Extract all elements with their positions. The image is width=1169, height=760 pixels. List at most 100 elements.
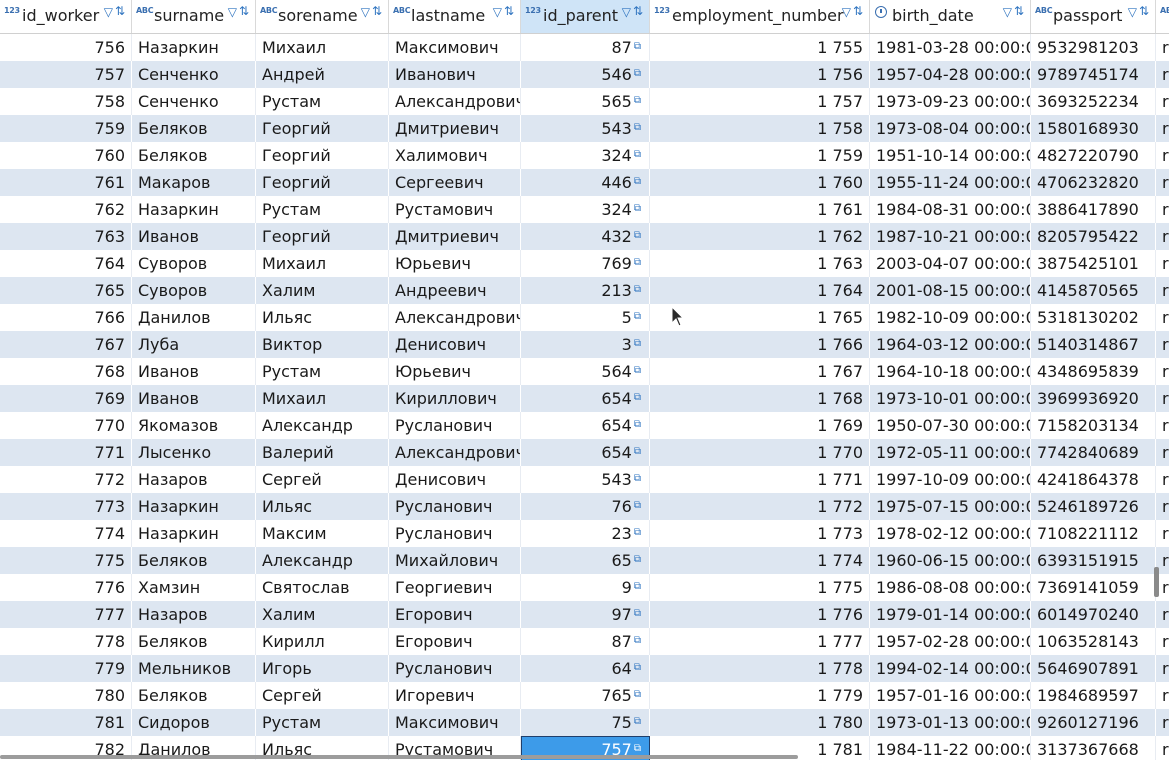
cell-id_worker[interactable]: 759 bbox=[0, 115, 132, 142]
cell-birth_date[interactable]: 1986-08-08 00:00:00 bbox=[870, 574, 1031, 601]
cell-id_parent[interactable]: 75 ⧉ bbox=[521, 709, 650, 736]
cell-id_parent[interactable]: 432 ⧉ bbox=[521, 223, 650, 250]
cell-employment_number[interactable]: 1 779 bbox=[650, 682, 870, 709]
cell-id_worker[interactable]: 781 bbox=[0, 709, 132, 736]
filter-icon[interactable]: ▽ bbox=[361, 5, 370, 19]
cell-lastname[interactable]: Халимович bbox=[389, 142, 521, 169]
cell-surname[interactable]: Назаркин bbox=[132, 196, 256, 223]
cell-id_worker[interactable]: 769 bbox=[0, 385, 132, 412]
cell-extra[interactable]: r bbox=[1156, 628, 1169, 655]
foreign-key-link-icon[interactable]: ⧉ bbox=[634, 493, 641, 519]
cell-extra[interactable]: r bbox=[1156, 682, 1169, 709]
column-header-extra[interactable]: ABC bbox=[1156, 0, 1169, 33]
foreign-key-link-icon[interactable]: ⧉ bbox=[634, 655, 641, 681]
cell-id_parent[interactable]: 546 ⧉ bbox=[521, 61, 650, 88]
cell-surname[interactable]: Назаркин bbox=[132, 34, 256, 61]
cell-extra[interactable]: r bbox=[1156, 304, 1169, 331]
cell-id_parent[interactable]: 564 ⧉ bbox=[521, 358, 650, 385]
cell-lastname[interactable]: Русланович bbox=[389, 520, 521, 547]
cell-surname[interactable]: Сидоров bbox=[132, 709, 256, 736]
foreign-key-link-icon[interactable]: ⧉ bbox=[634, 223, 641, 249]
filter-icon[interactable]: ▽ bbox=[1128, 5, 1137, 19]
foreign-key-link-icon[interactable]: ⧉ bbox=[634, 115, 641, 141]
cell-extra[interactable]: r bbox=[1156, 34, 1169, 61]
cell-employment_number[interactable]: 1 762 bbox=[650, 223, 870, 250]
cell-passport[interactable]: 9260127196 bbox=[1031, 709, 1156, 736]
cell-passport[interactable]: 8205795422 bbox=[1031, 223, 1156, 250]
cell-extra[interactable]: r bbox=[1156, 493, 1169, 520]
cell-sorename[interactable]: Валерий bbox=[256, 439, 389, 466]
cell-id_parent[interactable]: 97 ⧉ bbox=[521, 601, 650, 628]
foreign-key-link-icon[interactable]: ⧉ bbox=[634, 574, 641, 600]
cell-surname[interactable]: Сенченко bbox=[132, 61, 256, 88]
table-row[interactable]: 777 Назаров Халим Егорович 97 ⧉ 1 776 1979-01-1… bbox=[0, 601, 1169, 628]
foreign-key-link-icon[interactable]: ⧉ bbox=[634, 169, 641, 195]
cell-lastname[interactable]: Игоревич bbox=[389, 682, 521, 709]
cell-extra[interactable]: r bbox=[1156, 61, 1169, 88]
cell-employment_number[interactable]: 1 764 bbox=[650, 277, 870, 304]
cell-sorename[interactable]: Халим bbox=[256, 601, 389, 628]
cell-surname[interactable]: Луба bbox=[132, 331, 256, 358]
cell-employment_number[interactable]: 1 769 bbox=[650, 412, 870, 439]
table-row[interactable]: 772 Назаров Сергей Денисович 543 ⧉ 1 771 1997-1… bbox=[0, 466, 1169, 493]
cell-surname[interactable]: Назаров bbox=[132, 466, 256, 493]
cell-birth_date[interactable]: 1982-10-09 00:00:00 bbox=[870, 304, 1031, 331]
cell-employment_number[interactable]: 1 757 bbox=[650, 88, 870, 115]
filter-icon[interactable]: ▽ bbox=[1003, 5, 1012, 19]
foreign-key-link-icon[interactable]: ⧉ bbox=[634, 331, 641, 357]
cell-sorename[interactable]: Михаил bbox=[256, 385, 389, 412]
cell-employment_number[interactable]: 1 772 bbox=[650, 493, 870, 520]
cell-lastname[interactable]: Александрович bbox=[389, 88, 521, 115]
cell-sorename[interactable]: Михаил bbox=[256, 34, 389, 61]
foreign-key-link-icon[interactable]: ⧉ bbox=[634, 61, 641, 87]
cell-lastname[interactable]: Юрьевич bbox=[389, 250, 521, 277]
table-row[interactable]: 781 Сидоров Рустам Максимович 75 ⧉ 1 780 1973-0… bbox=[0, 709, 1169, 736]
cell-passport[interactable]: 4145870565 bbox=[1031, 277, 1156, 304]
cell-id_worker[interactable]: 776 bbox=[0, 574, 132, 601]
cell-surname[interactable]: Иванов bbox=[132, 223, 256, 250]
cell-surname[interactable]: Назаркин bbox=[132, 493, 256, 520]
cell-lastname[interactable]: Русланович bbox=[389, 655, 521, 682]
cell-id_worker[interactable]: 778 bbox=[0, 628, 132, 655]
cell-surname[interactable]: Беляков bbox=[132, 682, 256, 709]
cell-employment_number[interactable]: 1 760 bbox=[650, 169, 870, 196]
column-header-employment_number[interactable]: 123 employment_number ▽ ⇅ bbox=[650, 0, 870, 33]
cell-sorename[interactable]: Ильяс bbox=[256, 493, 389, 520]
table-row[interactable]: 765 Суворов Халим Андреевич 213 ⧉ 1 764 2001-08… bbox=[0, 277, 1169, 304]
column-header-lastname[interactable]: ABC lastname ▽ ⇅ bbox=[389, 0, 521, 33]
cell-passport[interactable]: 1580168930 bbox=[1031, 115, 1156, 142]
cell-id_parent[interactable]: 565 ⧉ bbox=[521, 88, 650, 115]
foreign-key-link-icon[interactable]: ⧉ bbox=[634, 439, 641, 465]
cell-surname[interactable]: Назаркин bbox=[132, 520, 256, 547]
column-header-surname[interactable]: ABC surname ▽ ⇅ bbox=[132, 0, 256, 33]
foreign-key-link-icon[interactable]: ⧉ bbox=[634, 412, 641, 438]
cell-id_parent[interactable]: 213 ⧉ bbox=[521, 277, 650, 304]
cell-lastname[interactable]: Сергеевич bbox=[389, 169, 521, 196]
cell-passport[interactable]: 9532981203 bbox=[1031, 34, 1156, 61]
cell-sorename[interactable]: Александр bbox=[256, 412, 389, 439]
cell-lastname[interactable]: Егорович bbox=[389, 628, 521, 655]
table-row[interactable]: 768 Иванов Рустам Юрьевич 564 ⧉ 1 767 1964-10-1… bbox=[0, 358, 1169, 385]
cell-id_parent[interactable]: 543 ⧉ bbox=[521, 115, 650, 142]
cell-lastname[interactable]: Кириллович bbox=[389, 385, 521, 412]
cell-surname[interactable]: Беляков bbox=[132, 142, 256, 169]
sort-icon[interactable]: ⇅ bbox=[239, 4, 249, 18]
cell-lastname[interactable]: Максимович bbox=[389, 709, 521, 736]
cell-surname[interactable]: Беляков bbox=[132, 628, 256, 655]
foreign-key-link-icon[interactable]: ⧉ bbox=[634, 196, 641, 222]
cell-surname[interactable]: Беляков bbox=[132, 115, 256, 142]
cell-sorename[interactable]: Святослав bbox=[256, 574, 389, 601]
foreign-key-link-icon[interactable]: ⧉ bbox=[634, 682, 641, 708]
filter-icon[interactable]: ▽ bbox=[104, 5, 113, 19]
cell-birth_date[interactable]: 1957-01-16 00:00:00 bbox=[870, 682, 1031, 709]
cell-birth_date[interactable]: 1960-06-15 00:00:00 bbox=[870, 547, 1031, 574]
cell-surname[interactable]: Макаров bbox=[132, 169, 256, 196]
column-header-sorename[interactable]: ABC sorename ▽ ⇅ bbox=[256, 0, 389, 33]
cell-id_parent[interactable]: 324 ⧉ bbox=[521, 196, 650, 223]
horizontal-scrollbar[interactable] bbox=[0, 755, 798, 759]
cell-sorename[interactable]: Георгий bbox=[256, 142, 389, 169]
cell-employment_number[interactable]: 1 767 bbox=[650, 358, 870, 385]
cell-passport[interactable]: 7108221112 bbox=[1031, 520, 1156, 547]
cell-id_worker[interactable]: 772 bbox=[0, 466, 132, 493]
cell-birth_date[interactable]: 1973-01-13 00:00:00 bbox=[870, 709, 1031, 736]
